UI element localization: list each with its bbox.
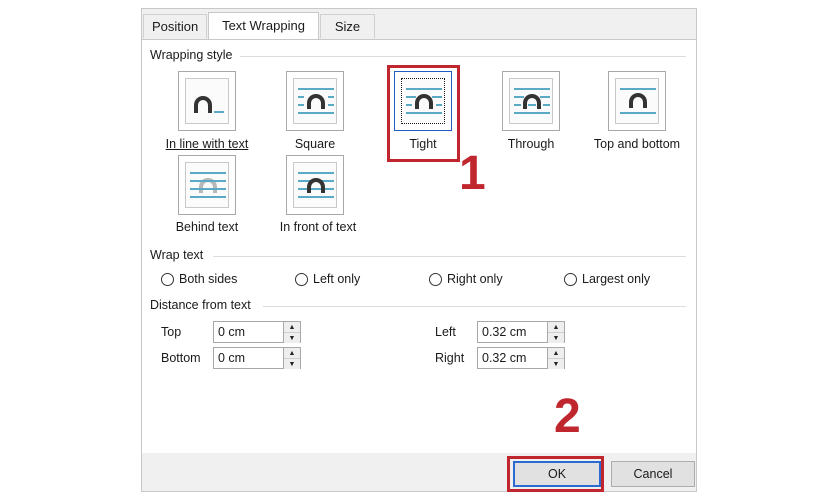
- wrap-label-in-front: In front of text: [279, 220, 357, 234]
- wrap-text-label: Wrap text: [150, 248, 208, 262]
- wrap-label-through: Through: [507, 137, 555, 151]
- stepper-up-icon[interactable]: ▲: [548, 348, 564, 359]
- stepper-down-icon[interactable]: ▼: [284, 333, 300, 343]
- right-distance-value: 0.32 cm: [482, 351, 527, 365]
- square-wrap-icon: [293, 78, 337, 124]
- tab-position[interactable]: Position: [143, 14, 207, 38]
- step-1-marker: 1: [459, 147, 486, 200]
- wrap-option-in-front[interactable]: [286, 155, 344, 215]
- radio-circle: [161, 272, 174, 286]
- radio-both-sides[interactable]: Both sides: [161, 272, 237, 286]
- ok-highlight-box: [507, 456, 604, 492]
- group-divider: [240, 56, 686, 57]
- top-label: Top: [161, 325, 182, 339]
- wrapping-style-label: Wrapping style: [150, 48, 237, 62]
- top-distance-stepper[interactable]: 0 cm ▲ ▼: [213, 321, 301, 343]
- radio-label: Right only: [447, 272, 503, 286]
- stepper-buttons[interactable]: ▲ ▼: [547, 322, 564, 343]
- stepper-up-icon[interactable]: ▲: [284, 348, 300, 359]
- stepper-buttons[interactable]: ▲ ▼: [283, 348, 300, 369]
- cancel-button[interactable]: Cancel: [611, 461, 695, 487]
- distance-from-text-label: Distance from text: [150, 298, 255, 312]
- wrap-label-behind: Behind text: [175, 220, 239, 234]
- stepper-buttons[interactable]: ▲ ▼: [283, 322, 300, 343]
- wrap-option-inline[interactable]: [178, 71, 236, 131]
- radio-circle: [295, 272, 308, 286]
- radio-circle: [564, 272, 577, 286]
- left-distance-value: 0.32 cm: [482, 325, 527, 339]
- tab-text-wrapping[interactable]: Text Wrapping: [208, 12, 319, 40]
- right-distance-stepper[interactable]: 0.32 cm ▲ ▼: [477, 347, 565, 369]
- radio-label: Both sides: [179, 272, 238, 286]
- wrap-label-top-bottom: Top and bottom: [593, 137, 681, 151]
- wrap-option-behind[interactable]: [178, 155, 236, 215]
- radio-left-only[interactable]: Left only: [295, 272, 360, 286]
- tab-size[interactable]: Size: [320, 14, 375, 38]
- radio-largest-only[interactable]: Largest only: [564, 272, 650, 286]
- radio-circle: [429, 272, 442, 286]
- wrap-option-square[interactable]: [286, 71, 344, 131]
- inline-with-text-icon: [185, 78, 229, 124]
- radio-label: Left only: [313, 272, 361, 286]
- stepper-up-icon[interactable]: ▲: [548, 322, 564, 333]
- stepper-buttons[interactable]: ▲ ▼: [547, 348, 564, 369]
- radio-label: Largest only: [582, 272, 651, 286]
- group-divider: [263, 306, 686, 307]
- behind-text-icon: [185, 162, 229, 208]
- wrap-option-top-bottom[interactable]: [608, 71, 666, 131]
- wrap-label-square: Square: [294, 137, 336, 151]
- top-distance-value: 0 cm: [218, 325, 246, 339]
- stepper-down-icon[interactable]: ▼: [284, 359, 300, 369]
- right-label: Right: [435, 351, 465, 365]
- left-distance-stepper[interactable]: 0.32 cm ▲ ▼: [477, 321, 565, 343]
- radio-right-only[interactable]: Right only: [429, 272, 503, 286]
- wrap-option-through[interactable]: [502, 71, 560, 131]
- through-wrap-icon: [509, 78, 553, 124]
- wrap-label-inline: In line with text: [165, 137, 249, 151]
- bottom-label: Bottom: [161, 351, 201, 365]
- bottom-distance-stepper[interactable]: 0 cm ▲ ▼: [213, 347, 301, 369]
- stepper-up-icon[interactable]: ▲: [284, 322, 300, 333]
- stepper-down-icon[interactable]: ▼: [548, 359, 564, 369]
- tight-highlight-box: [387, 65, 460, 162]
- bottom-distance-value: 0 cm: [218, 351, 246, 365]
- group-divider: [213, 256, 686, 257]
- stepper-down-icon[interactable]: ▼: [548, 333, 564, 343]
- left-label: Left: [435, 325, 456, 339]
- in-front-of-text-icon: [293, 162, 337, 208]
- step-2-marker: 2: [554, 390, 581, 443]
- top-bottom-wrap-icon: [615, 78, 659, 124]
